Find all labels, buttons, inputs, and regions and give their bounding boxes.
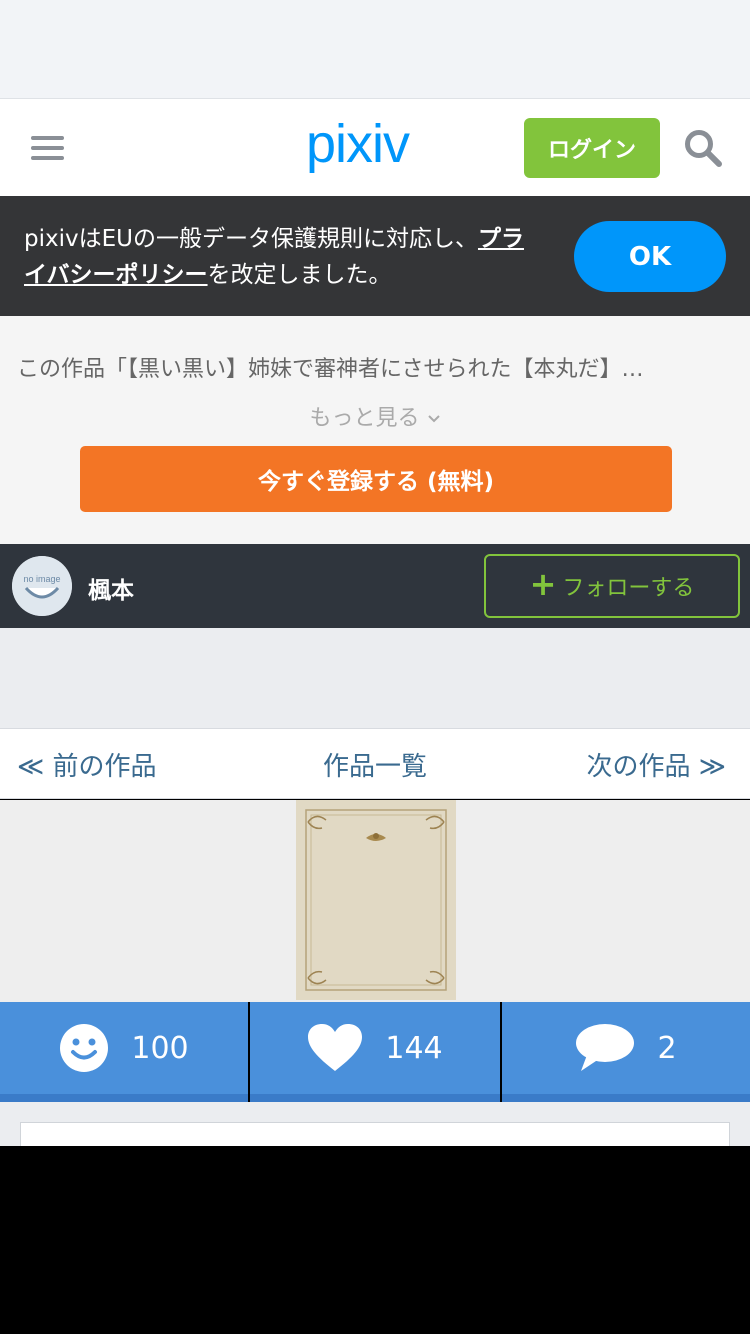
good-button[interactable]: 100	[0, 1002, 248, 1102]
svg-text:no image: no image	[23, 574, 60, 584]
heart-icon	[308, 1024, 363, 1071]
ad-space	[0, 628, 750, 729]
comment-bubble-icon	[576, 1024, 635, 1071]
show-more-link[interactable]: もっと見る	[0, 400, 750, 432]
artwork-thumbnail[interactable]	[296, 800, 456, 1000]
content-section	[0, 1102, 750, 1152]
good-count: 100	[131, 1030, 189, 1066]
work-description-section: この作品「【黒い黒い】姉妹で審神者にさせられた【本丸だ】… もっと見る 今すぐ登…	[0, 316, 750, 544]
chevron-down-icon	[427, 415, 440, 423]
gdpr-banner: pixivはEUの一般データ保護規則に対応し、プライバシーポリシーを改定しました…	[0, 196, 750, 316]
previous-work-link[interactable]: ≪ 前の作品	[17, 746, 156, 783]
smiley-icon	[60, 1024, 109, 1072]
comment-count: 2	[657, 1030, 677, 1066]
next-work-link[interactable]: 次の作品 ≫	[587, 746, 726, 783]
work-navigation: 作品一覧 ≪ 前の作品 次の作品 ≫	[0, 729, 750, 799]
author-bar: no image 楓本 + フォローする	[0, 544, 750, 628]
work-description: この作品「【黒い黒い】姉妹で審神者にさせられた【本丸だ】…	[17, 357, 644, 382]
artwork-area	[0, 800, 750, 1002]
gdpr-message: pixivはEUの一般データ保護規則に対応し、プライバシーポリシーを改定しました…	[24, 221, 544, 293]
avatar[interactable]: no image	[12, 556, 72, 616]
stats-row: 100 144 2	[0, 1002, 750, 1102]
author-name[interactable]: 楓本	[88, 571, 134, 605]
gdpr-text-after: を改定しました。	[207, 262, 392, 288]
plus-icon: +	[529, 565, 557, 603]
comment-button[interactable]: 2	[502, 1002, 750, 1102]
hamburger-icon[interactable]	[31, 136, 64, 160]
no-image-avatar-icon: no image	[12, 556, 72, 616]
blank-area	[0, 1146, 750, 1334]
gdpr-ok-button[interactable]: OK	[574, 221, 726, 292]
gdpr-text-before: pixivはEUの一般データ保護規則に対応し、	[24, 226, 478, 252]
follow-button[interactable]: + フォローする	[484, 554, 740, 618]
like-button[interactable]: 144	[250, 1002, 500, 1102]
like-count: 144	[385, 1030, 443, 1066]
pixiv-logo[interactable]: pixiv	[306, 113, 410, 175]
search-icon[interactable]	[684, 129, 722, 167]
show-more-label: もっと見る	[309, 406, 420, 431]
follow-label: フォローする	[562, 576, 695, 601]
login-button[interactable]: ログイン	[524, 118, 660, 178]
site-header: pixiv ログイン	[0, 99, 750, 196]
top-spacer	[0, 0, 750, 99]
register-button[interactable]: 今すぐ登録する (無料)	[80, 446, 672, 512]
